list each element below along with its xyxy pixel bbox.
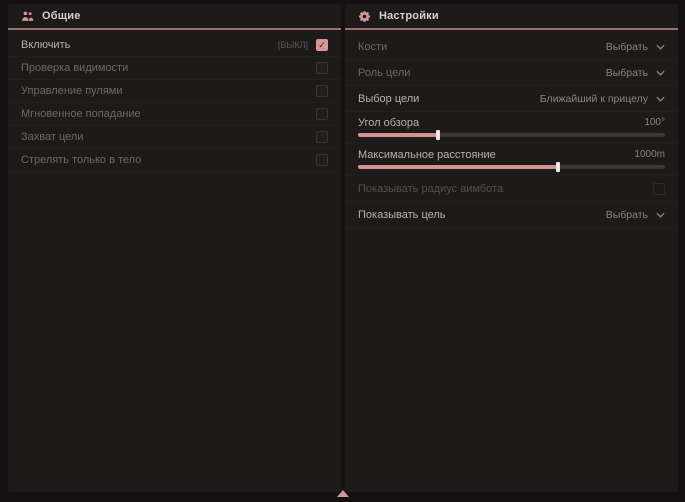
slider-fill	[358, 165, 558, 169]
general-rows: Включить [ВЫКЛ] ✓ Проверка видимости Управле…	[8, 30, 341, 172]
show-aimbot-radius-checkbox[interactable]	[653, 183, 665, 195]
settings-rows: Кости Выбрать Роль цели Выбрать Выбор цели Бл…	[345, 30, 678, 228]
panel-settings: Настройки Кости Выбрать Роль цели Выбрать Вы…	[345, 4, 678, 492]
target-role-dropdown[interactable]: Выбрать	[606, 67, 665, 79]
dropdown-value: Выбрать	[606, 209, 648, 221]
slider-value: 100°	[644, 117, 665, 128]
scroll-up-indicator[interactable]	[337, 490, 349, 497]
chevron-down-icon	[656, 96, 665, 102]
max-distance-slider[interactable]	[358, 165, 665, 169]
row-visibility-check: Проверка видимости	[8, 57, 341, 80]
dropdown-value: Выбрать	[606, 41, 648, 53]
row-label: Максимальное расстояние	[358, 149, 496, 161]
body-shots-only-checkbox[interactable]	[316, 154, 328, 166]
bullet-control-checkbox[interactable]	[316, 85, 328, 97]
gear-icon	[358, 10, 371, 23]
panel-general-header: Общие	[8, 4, 341, 30]
row-label: Проверка видимости	[21, 62, 128, 74]
chevron-down-icon	[656, 70, 665, 76]
row-target-selection: Выбор цели Ближайший к прицелу	[345, 86, 678, 112]
slider-value: 1000m	[634, 149, 665, 160]
row-label: Захват цели	[21, 131, 83, 143]
chevron-down-icon	[656, 44, 665, 50]
slider-handle[interactable]	[436, 130, 440, 140]
show-target-dropdown[interactable]: Выбрать	[606, 209, 665, 221]
row-label: Управление пулями	[21, 85, 123, 97]
bones-dropdown[interactable]: Выбрать	[606, 41, 665, 53]
row-target-role: Роль цели Выбрать	[345, 60, 678, 86]
row-label: Мгновенное попадание	[21, 108, 141, 120]
panel-general: Общие Включить [ВЫКЛ] ✓ Проверка видимости У…	[8, 4, 341, 492]
row-label: Выбор цели	[358, 93, 419, 105]
dropdown-value: Ближайший к прицелу	[540, 93, 648, 105]
row-bullet-control: Управление пулями	[8, 80, 341, 103]
panel-settings-header: Настройки	[345, 4, 678, 30]
dropdown-value: Выбрать	[606, 67, 648, 79]
row-label: Кости	[358, 41, 387, 53]
row-enable: Включить [ВЫКЛ] ✓	[8, 34, 341, 57]
row-label: Показывать радиус аимбота	[358, 183, 503, 195]
instant-hit-checkbox[interactable]	[316, 108, 328, 120]
row-max-distance: Максимальное расстояние 1000m	[345, 144, 678, 176]
visibility-check-checkbox[interactable]	[316, 62, 328, 74]
chevron-down-icon	[656, 212, 665, 218]
row-label: Угол обзора	[358, 117, 419, 129]
target-lock-checkbox[interactable]	[316, 131, 328, 143]
row-show-aimbot-radius: Показывать радиус аимбота	[345, 176, 678, 202]
panel-title: Настройки	[379, 10, 439, 22]
row-label: Роль цели	[358, 67, 410, 79]
row-label: Включить	[21, 39, 70, 51]
checkmark-icon: ✓	[318, 41, 326, 50]
enable-keybind[interactable]: [ВЫКЛ]	[278, 40, 308, 50]
enable-checkbox[interactable]: ✓	[316, 39, 328, 51]
row-label: Стрелять только в тело	[21, 154, 141, 166]
row-show-target: Показывать цель Выбрать	[345, 202, 678, 228]
target-selection-dropdown[interactable]: Ближайший к прицелу	[540, 93, 665, 105]
panel-title: Общие	[42, 10, 81, 22]
row-label: Показывать цель	[358, 209, 446, 221]
row-fov: Угол обзора 100°	[345, 112, 678, 144]
fov-slider[interactable]	[358, 133, 665, 137]
row-instant-hit: Мгновенное попадание	[8, 103, 341, 126]
slider-handle[interactable]	[556, 162, 560, 172]
row-target-lock: Захват цели	[8, 126, 341, 149]
row-bones: Кости Выбрать	[345, 34, 678, 60]
slider-fill	[358, 133, 438, 137]
users-icon	[21, 10, 34, 23]
row-body-shots-only: Стрелять только в тело	[8, 149, 341, 172]
